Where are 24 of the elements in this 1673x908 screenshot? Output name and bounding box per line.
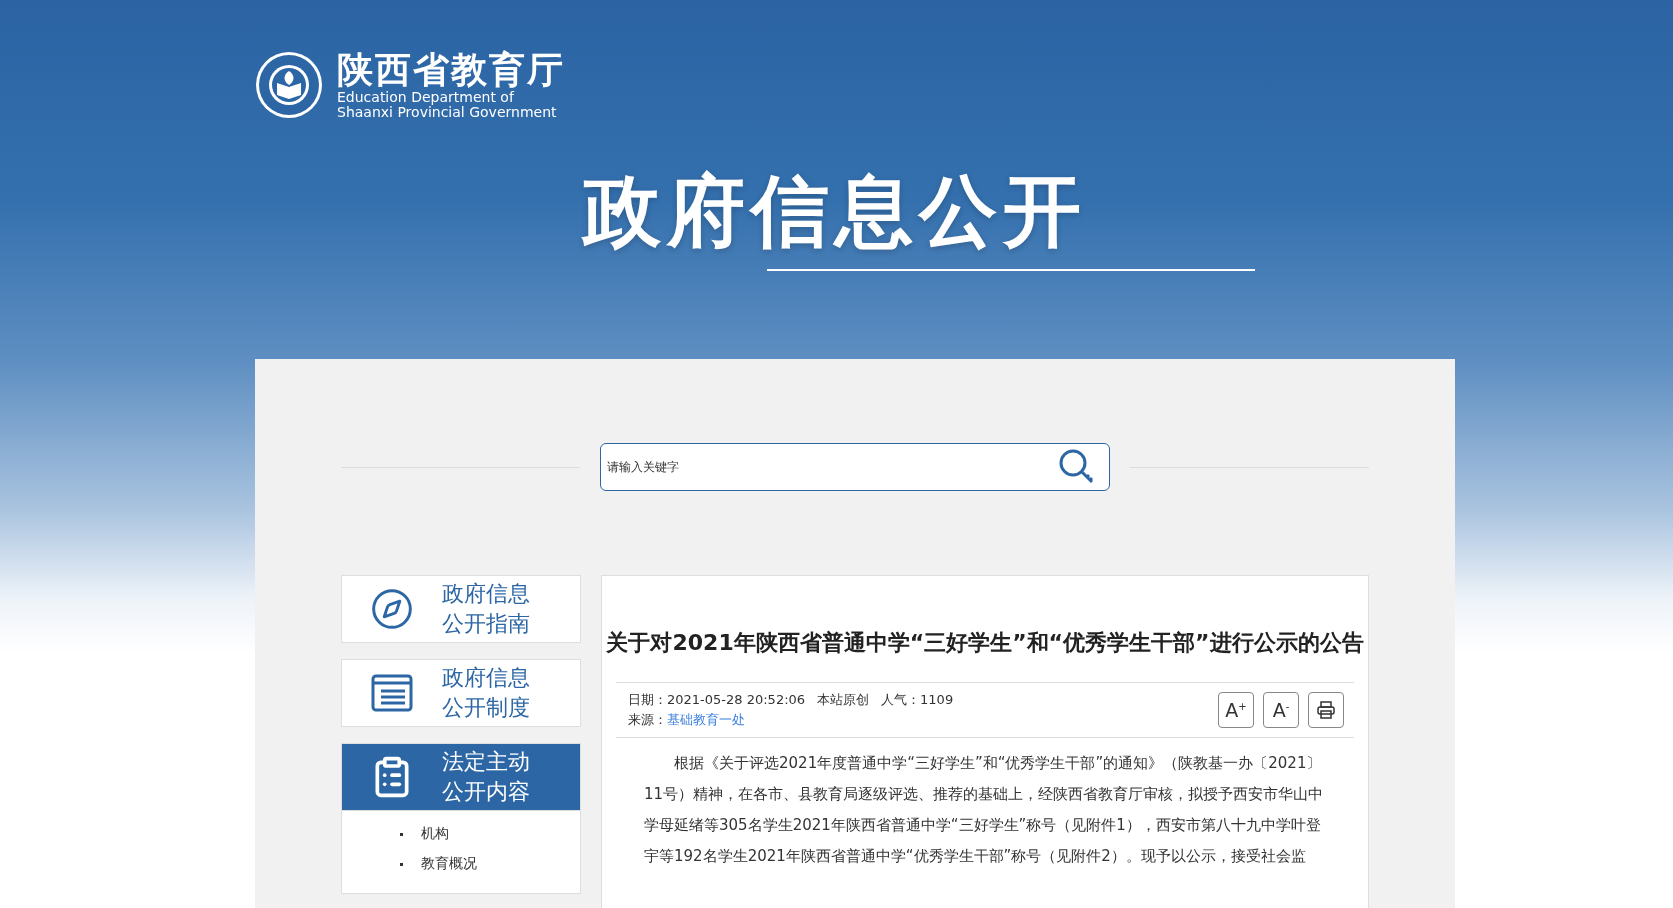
site-name: 陕西省教育厅 xyxy=(337,50,565,90)
submenu-link[interactable]: 机构 xyxy=(421,825,449,843)
print-button[interactable] xyxy=(1308,692,1344,728)
article-date: 日期：2021-05-28 20:52:06 xyxy=(628,691,806,709)
source-label: 来源： xyxy=(628,711,667,729)
banner-title: 政府信息公开 xyxy=(583,165,1087,258)
font-size-button[interactable]: A$^{+}$ xyxy=(1218,692,1254,728)
source-link[interactable]: 基础教育一处 xyxy=(667,711,745,729)
sidebar-item[interactable]: 政府信息公开制度 xyxy=(341,659,581,727)
logo-emblem-icon xyxy=(255,51,323,119)
article-title: 关于对2021年陕西省普通中学“三好学生”和“优秀学生干部”进行公示的公告 xyxy=(605,629,1365,657)
article-origin: 本站原创 xyxy=(817,691,870,709)
search-icon[interactable] xyxy=(1058,448,1096,486)
sidebar-item[interactable]: 法定主动公开内容 xyxy=(341,743,581,811)
sidebar-item[interactable]: 政府信息公开指南 xyxy=(341,575,581,643)
submenu-link[interactable]: 教育概况 xyxy=(421,855,477,873)
article-body: 根据《关于评选2021年度普通中学“三好学生”和“优秀学生干部”的通知》（陕教基一办〔2021〕11号）精神，在各市、县教育局逐级评选、推荐的基础上，经陕西省教育厅审核，拟授予西安市华山中学母延绪等305名学生2021年陕西省普通中学“三好学生”称号（见附件1），西安市第八十九中学叶登宇等192名学生2021年陕西省普通中学“优秀学生干部”称号（见附件2）。现予以公示，接受社会监 xyxy=(643,753,1325,867)
search-field[interactable]: 请输入关键字 xyxy=(600,443,1110,491)
site-english-name: Shaanxi Provincial Government xyxy=(337,105,558,120)
print-icon xyxy=(1316,700,1336,720)
site-english-name: Education Department of xyxy=(337,90,516,105)
compass-icon xyxy=(370,587,414,631)
font-size-button[interactable]: A$^{-}$ xyxy=(1263,692,1299,728)
article-views: 人气：1109 xyxy=(881,691,954,709)
